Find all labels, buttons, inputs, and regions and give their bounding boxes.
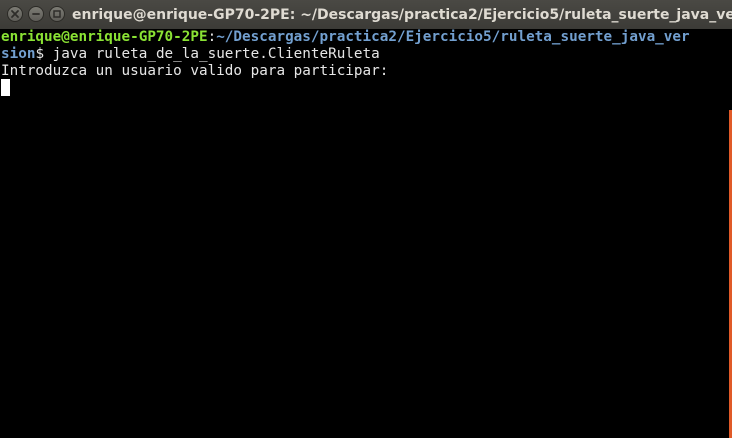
close-button[interactable] bbox=[7, 6, 23, 22]
window-title: enrique@enrique-GP70-2PE: ~/Descargas/pr… bbox=[72, 7, 732, 23]
text-cursor bbox=[1, 79, 10, 96]
prompt-symbol: $ bbox=[35, 46, 53, 62]
prompt-line-1: enrique@enrique-GP70-2PE:~/Descargas/pra… bbox=[1, 29, 690, 46]
prompt-path-continued: sion bbox=[1, 46, 36, 62]
close-icon bbox=[11, 10, 19, 18]
prompt-path: ~/Descargas/practica2/Ejercicio5/ruleta_… bbox=[216, 29, 690, 45]
minimize-icon bbox=[32, 13, 40, 15]
command-text: java ruleta_de_la_suerte.ClienteRuleta bbox=[52, 46, 380, 62]
terminal-area[interactable]: enrique@enrique-GP70-2PE:~/Descargas/pra… bbox=[0, 29, 732, 438]
terminal-window: enrique@enrique-GP70-2PE: ~/Descargas/pr… bbox=[0, 0, 732, 438]
minimize-button[interactable] bbox=[28, 6, 44, 22]
prompt-colon: : bbox=[207, 29, 217, 45]
prompt-line-2: sion$ java ruleta_de_la_suerte.ClienteRu… bbox=[1, 46, 380, 63]
maximize-button[interactable] bbox=[49, 6, 65, 22]
output-line: Introduzca un usuario valido para partic… bbox=[1, 63, 389, 79]
maximize-icon bbox=[53, 10, 61, 18]
title-bar[interactable]: enrique@enrique-GP70-2PE: ~/Descargas/pr… bbox=[0, 0, 732, 29]
prompt-user: enrique@enrique-GP70-2PE bbox=[1, 29, 208, 45]
